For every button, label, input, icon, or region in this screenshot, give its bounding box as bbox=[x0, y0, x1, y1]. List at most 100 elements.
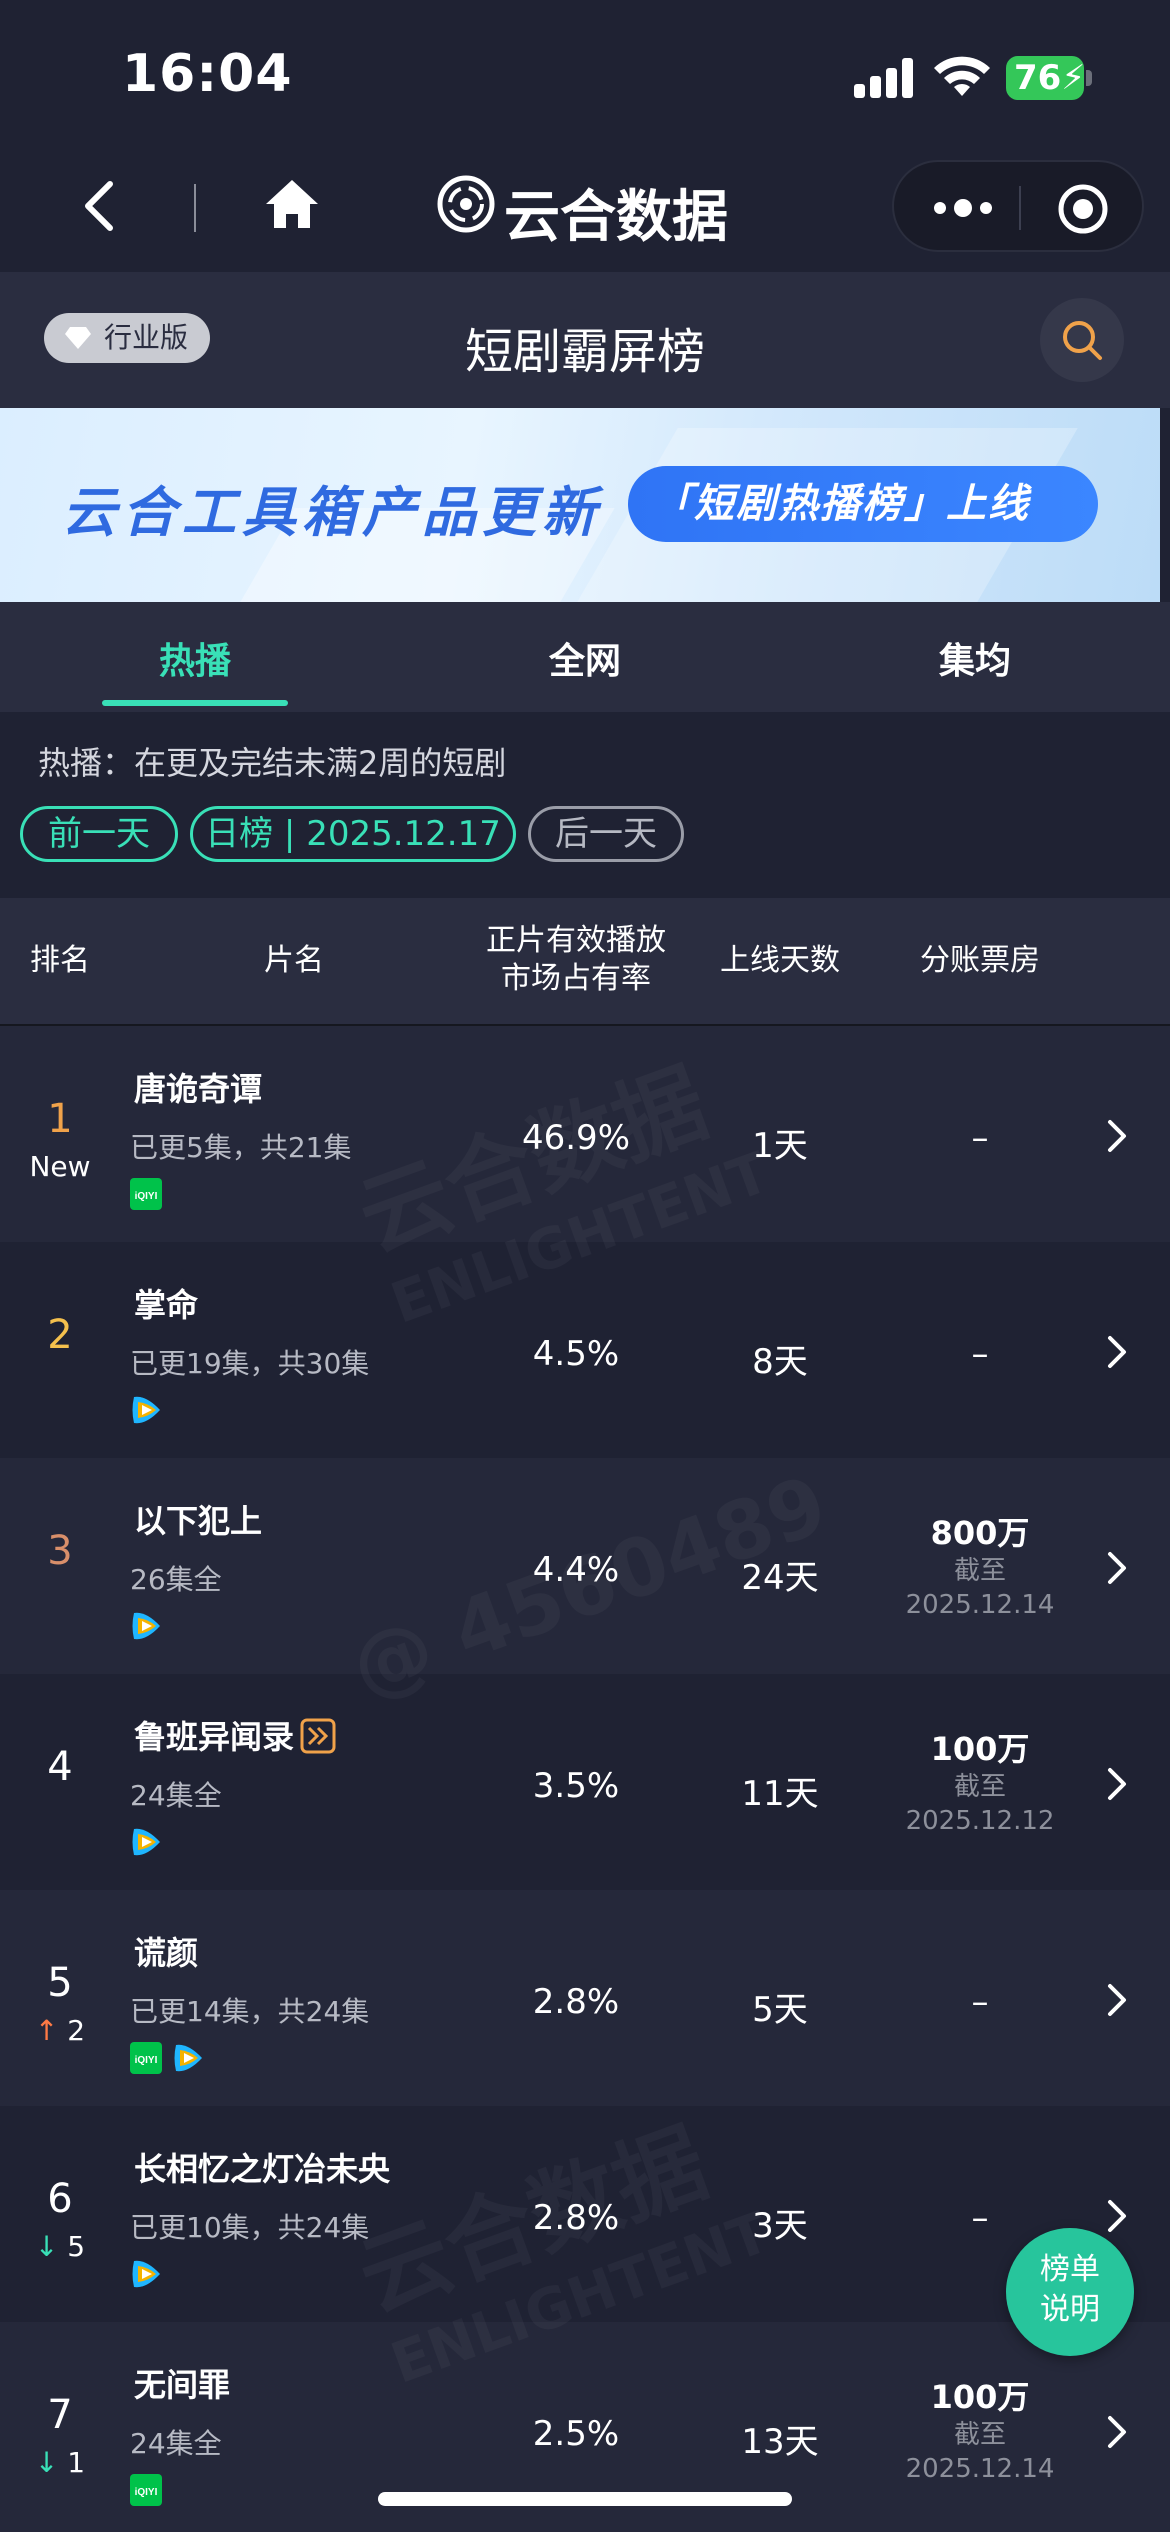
episode-status: 24集全 bbox=[130, 1779, 222, 1812]
column-header-boxoffice: 分账票房 bbox=[920, 943, 1040, 978]
boxoffice-note: 截至 2025.12.12 bbox=[880, 1770, 1080, 1838]
rank-number: 5 bbox=[47, 1960, 73, 2006]
tab-hot[interactable]: 热播 bbox=[95, 632, 295, 684]
banner-pill: 「短剧热播榜」上线 bbox=[628, 466, 1098, 542]
table-row[interactable]: 6 ↓ 5 长相忆之灯冶未央 已更10集，共24集 2.8% 3天 – bbox=[0, 2106, 1170, 2322]
days-online: 11天 bbox=[741, 1774, 819, 1814]
boxoffice-amount: 800万 bbox=[930, 1514, 1030, 1552]
ranking-description: 热播：在更及完结未满2周的短剧 bbox=[38, 744, 507, 782]
rank-number: 3 bbox=[47, 1528, 73, 1574]
rank-number: 6 bbox=[47, 2176, 73, 2222]
episode-status: 26集全 bbox=[130, 1563, 222, 1596]
iqiyi-icon: iQIYI bbox=[130, 2474, 162, 2506]
platform-icons bbox=[130, 2258, 172, 2290]
rank-number: 7 bbox=[47, 2392, 73, 2438]
boxoffice-amount: – bbox=[971, 1334, 989, 1374]
close-miniprogram-icon[interactable] bbox=[1056, 182, 1110, 236]
drama-title: 谎颜 bbox=[134, 1928, 198, 1974]
float-button-line2: 说明 bbox=[1040, 2292, 1100, 2327]
battery-level: 76 bbox=[1014, 58, 1062, 98]
svg-text:iQIYI: iQIYI bbox=[135, 2055, 158, 2066]
drama-title-text: 以下犯上 bbox=[134, 1502, 263, 1540]
table-row[interactable]: 3 以下犯上 26集全 4.4% 24天 800万 截至 2025.12.14 bbox=[0, 1458, 1170, 1674]
episode-status: 已更10集，共24集 bbox=[130, 2211, 370, 2244]
tencent-video-icon bbox=[130, 2258, 162, 2290]
market-share: 2.5% bbox=[532, 2414, 620, 2454]
column-header-share-line2: 市场占有率 bbox=[501, 961, 651, 996]
chevron-right-icon[interactable] bbox=[1106, 1118, 1130, 1154]
days-online: 3天 bbox=[752, 2206, 808, 2246]
chevron-right-icon[interactable] bbox=[1106, 1766, 1130, 1802]
more-icon[interactable] bbox=[928, 190, 998, 226]
float-button-line1: 榜单 bbox=[1040, 2252, 1100, 2287]
days-online: 13天 bbox=[741, 2422, 819, 2462]
drama-title: 以下犯上 bbox=[134, 1496, 262, 1542]
rank-down-arrow-icon: ↓ bbox=[34, 2230, 59, 2263]
date-selector[interactable]: 日榜 | 2025.12.17 bbox=[190, 806, 516, 862]
boxoffice-note-label: 截至 bbox=[953, 2420, 1006, 2450]
platform-icons: iQIYI bbox=[130, 2042, 214, 2074]
drama-title: 无间罪 bbox=[134, 2360, 230, 2406]
drama-title-text: 唐诡奇谭 bbox=[134, 1070, 263, 1108]
boxoffice-note-label: 截至 bbox=[953, 1772, 1006, 1802]
chevron-right-icon[interactable] bbox=[1106, 2198, 1130, 2234]
platform-icons: iQIYI bbox=[130, 1178, 172, 1210]
boxoffice-amount: 100万 bbox=[930, 2378, 1030, 2416]
table-row[interactable]: 4 鲁班异闻录 24集全 3.5% 11天 100万 截至 2025.12.12 bbox=[0, 1674, 1170, 1890]
svg-text:iQIYI: iQIYI bbox=[135, 2487, 158, 2498]
table-row[interactable]: 5 ↑ 2 谎颜 已更14集，共24集 iQIYI 2.8% 5天 – bbox=[0, 1890, 1170, 2106]
column-header-share-line1: 正片有效播放 bbox=[486, 923, 666, 958]
iqiyi-icon: iQIYI bbox=[130, 1178, 162, 1210]
page-header: 行业版 短剧霸屏榜 bbox=[0, 272, 1170, 408]
tab-all-network[interactable]: 全网 bbox=[485, 632, 685, 684]
search-button[interactable] bbox=[1040, 298, 1124, 382]
rank-number: 1 bbox=[47, 1096, 73, 1142]
tencent-video-icon bbox=[130, 1826, 162, 1858]
page-title: 短剧霸屏榜 bbox=[464, 324, 705, 380]
home-indicator[interactable] bbox=[378, 2492, 792, 2506]
drama-title-text: 谎颜 bbox=[134, 1934, 199, 1972]
boxoffice-note: 截至 2025.12.14 bbox=[880, 2418, 1080, 2486]
platform-icons bbox=[130, 1394, 172, 1426]
chevron-right-icon[interactable] bbox=[1106, 1334, 1130, 1370]
market-share: 3.5% bbox=[532, 1766, 620, 1806]
boxoffice-note-date: 2025.12.12 bbox=[905, 1806, 1055, 1836]
filter-area: 热播：在更及完结未满2周的短剧 前一天 日榜 | 2025.12.17 后一天 bbox=[0, 712, 1170, 898]
cellular-signal-icon bbox=[854, 58, 914, 98]
chevron-right-icon[interactable] bbox=[1106, 1550, 1130, 1586]
back-icon[interactable] bbox=[72, 176, 132, 236]
tab-per-episode[interactable]: 集均 bbox=[875, 632, 1075, 684]
drama-title: 长相忆之灯冶未央 bbox=[134, 2144, 390, 2190]
rank-new-label: New bbox=[29, 1150, 91, 1183]
home-icon[interactable] bbox=[262, 174, 322, 234]
capsule-separator bbox=[1019, 186, 1021, 230]
boxoffice-amount: 100万 bbox=[930, 1730, 1030, 1768]
table-row[interactable]: 2 掌命 已更19集，共30集 4.5% 8天 – bbox=[0, 1242, 1170, 1458]
drama-title-text: 鲁班异闻录 bbox=[134, 1718, 295, 1756]
drama-title-text: 长相忆之灯冶未央 bbox=[134, 2150, 391, 2188]
market-share: 4.5% bbox=[532, 1334, 620, 1374]
tencent-video-icon bbox=[172, 2042, 204, 2074]
column-header-rank: 排名 bbox=[30, 943, 90, 978]
days-online: 8天 bbox=[752, 1342, 808, 1382]
days-online: 1天 bbox=[752, 1126, 808, 1166]
platform-icons bbox=[130, 1610, 172, 1642]
status-bar: 16:04 76⚡ bbox=[0, 0, 1170, 140]
next-day-button[interactable]: 后一天 bbox=[528, 806, 684, 862]
promo-banner[interactable]: 云合工具箱产品更新 「短剧热播榜」上线 bbox=[0, 408, 1160, 602]
drama-title: 掌命 bbox=[134, 1280, 198, 1326]
ranking-tabs: 热播 全网 集均 bbox=[0, 602, 1170, 712]
rank-change-value: 1 bbox=[67, 2446, 86, 2479]
platform-icons: iQIYI bbox=[130, 2474, 172, 2506]
chevron-right-icon[interactable] bbox=[1106, 1982, 1130, 2018]
ranking-explanation-button[interactable]: 榜单 说明 bbox=[1006, 2228, 1134, 2356]
chevron-right-icon[interactable] bbox=[1106, 2414, 1130, 2450]
banner-headline: 云合工具箱产品更新 bbox=[62, 481, 602, 544]
search-icon bbox=[1063, 321, 1102, 360]
table-header: 排名 片名 正片有效播放 市场占有率 上线天数 分账票房 bbox=[0, 898, 1170, 1026]
active-tab-indicator bbox=[102, 700, 288, 706]
miniprogram-capsule bbox=[892, 160, 1144, 252]
table-row[interactable]: 1 New 唐诡奇谭 已更5集，共21集 iQIYI 46.9% 1天 – bbox=[0, 1026, 1170, 1242]
prev-day-button[interactable]: 前一天 bbox=[20, 806, 178, 862]
tencent-video-icon bbox=[130, 1610, 162, 1642]
